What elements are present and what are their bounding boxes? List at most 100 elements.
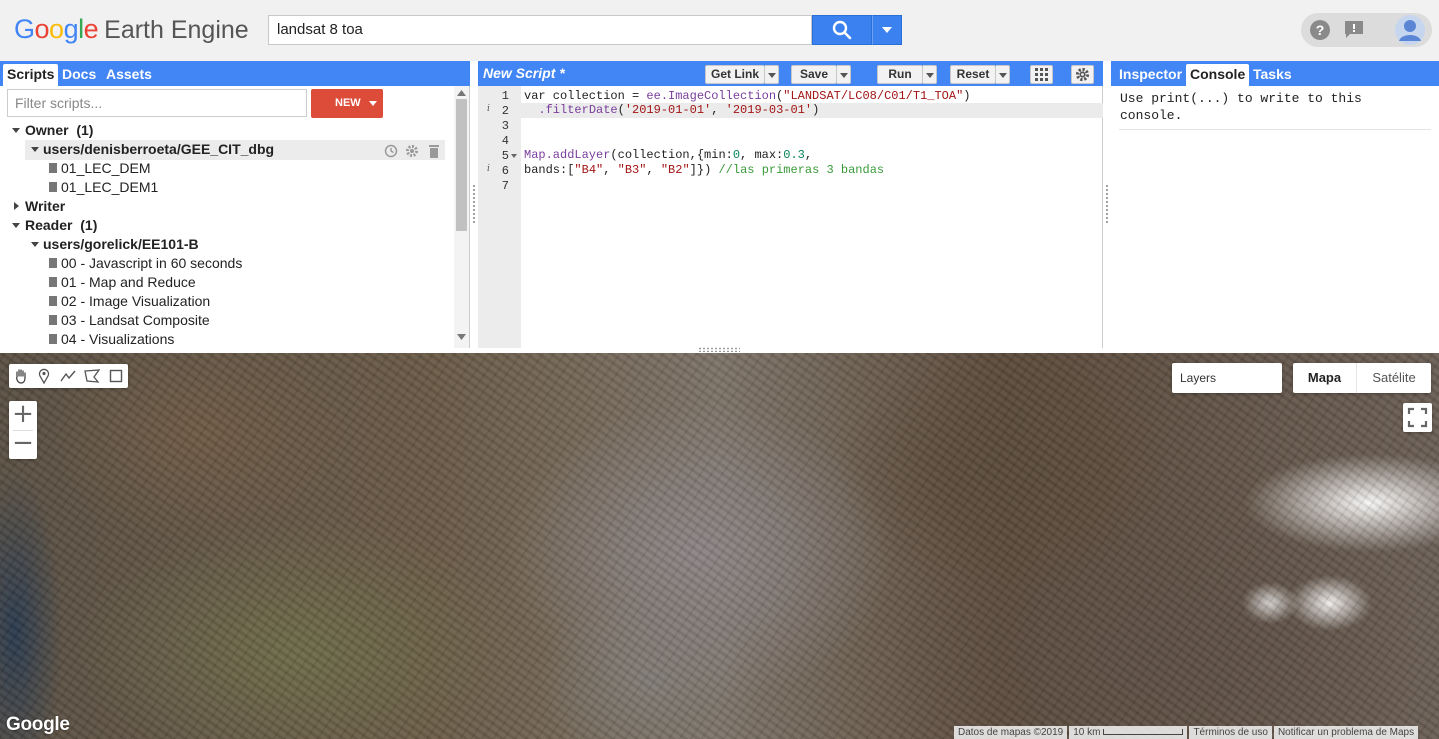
script-file[interactable]: 01_LEC_DEM: [61, 159, 151, 178]
tab-scripts[interactable]: Scripts: [3, 64, 59, 86]
polygon-draw-icon[interactable]: [83, 367, 101, 385]
account-avatar-icon[interactable]: [1393, 13, 1427, 47]
line-number: 5: [501, 149, 509, 163]
report-problem-link[interactable]: Notificar un problema de Maps: [1273, 726, 1419, 739]
scripts-scrollbar-thumb[interactable]: [456, 99, 467, 231]
get-link-dropdown[interactable]: [765, 65, 779, 84]
file-icon: [49, 315, 57, 325]
tab-docs[interactable]: Docs: [58, 64, 100, 86]
map-splitter-handle[interactable]: [698, 347, 740, 352]
line-number: 6: [501, 164, 509, 178]
history-icon[interactable]: [383, 143, 398, 158]
line-draw-icon[interactable]: [59, 367, 77, 385]
new-script-button[interactable]: NEW: [311, 89, 383, 118]
trash-icon[interactable]: [426, 143, 441, 158]
fold-arrow-icon[interactable]: [511, 154, 517, 158]
terms-link[interactable]: Términos de uso: [1189, 726, 1272, 739]
earth-engine-logo[interactable]: Google Earth Engine: [14, 14, 249, 48]
tab-tasks[interactable]: Tasks: [1249, 64, 1296, 86]
info-marker-icon[interactable]: i: [487, 104, 490, 114]
map-view[interactable]: + − Layers Mapa Satélite Google Datos de…: [0, 353, 1439, 739]
tab-console[interactable]: Console: [1186, 64, 1250, 86]
collapse-arrow-icon[interactable]: [12, 128, 20, 133]
tree-owner-count: (1): [76, 122, 94, 138]
code-token: 0: [732, 148, 741, 162]
code-token: "LANDSAT/LC08/C01/T1_TOA": [783, 89, 964, 103]
collapse-arrow-icon[interactable]: [12, 223, 20, 228]
app-header: Google Earth Engine landsat 8 toa ?: [0, 0, 1439, 61]
code-token: ): [812, 103, 820, 117]
expand-arrow-icon[interactable]: [14, 202, 19, 210]
point-marker-icon[interactable]: [35, 367, 53, 385]
file-icon: [49, 296, 57, 306]
script-file[interactable]: 01_LEC_DEM1: [61, 178, 158, 197]
feedback-icon[interactable]: [1341, 17, 1367, 43]
save-dropdown[interactable]: [837, 65, 851, 84]
code-token: '2019-03-01': [725, 103, 813, 117]
tree-reader[interactable]: Reader (1): [25, 216, 97, 235]
tab-assets[interactable]: Assets: [102, 64, 156, 86]
search-icon: [832, 20, 852, 40]
script-title[interactable]: New Script *: [483, 65, 565, 81]
tab-inspector[interactable]: Inspector: [1115, 64, 1186, 86]
code-token: "B2": [660, 163, 690, 177]
header-actions: ?: [1301, 13, 1432, 47]
file-icon: [49, 258, 57, 268]
rectangle-draw-icon[interactable]: [107, 367, 125, 385]
layers-button[interactable]: Layers: [1172, 363, 1282, 393]
script-file[interactable]: 02 - Image Visualization: [61, 292, 210, 311]
reset-button[interactable]: Reset: [950, 65, 996, 84]
line-number: 3: [501, 119, 509, 133]
run-dropdown[interactable]: [923, 65, 937, 84]
tree-owner-label: Owner: [25, 122, 69, 138]
code-line-6[interactable]: bands:["B4", "B3", "B2"]}) //las primera…: [524, 163, 884, 178]
collapse-arrow-icon[interactable]: [31, 242, 39, 247]
collapse-arrow-icon[interactable]: [31, 147, 39, 152]
gear-icon[interactable]: [404, 143, 419, 158]
tree-repo-owner[interactable]: users/denisberroeta/GEE_CIT_dbg: [43, 140, 274, 159]
tree-writer[interactable]: Writer: [25, 197, 65, 216]
filter-scripts-input[interactable]: Filter scripts...: [7, 89, 307, 117]
code-editor[interactable]: 1 i 2 3 4 5 i 6 7 var collection = ee.Im…: [478, 86, 1103, 348]
gear-icon: [1075, 67, 1090, 82]
search-button[interactable]: [812, 15, 872, 45]
script-file[interactable]: 00 - Javascript in 60 seconds: [61, 254, 242, 273]
zoom-out-button[interactable]: −: [9, 430, 37, 459]
fullscreen-button[interactable]: [1403, 403, 1432, 432]
code-line-2[interactable]: .filterDate('2019-01-01', '2019-03-01'): [524, 103, 819, 118]
code-token: bands:[: [524, 163, 575, 177]
svg-text:?: ?: [1316, 22, 1325, 38]
save-button[interactable]: Save: [791, 65, 837, 84]
code-line-1[interactable]: var collection = ee.ImageCollection("LAN…: [524, 89, 970, 104]
google-map-watermark: Google: [6, 714, 70, 735]
get-link-button[interactable]: Get Link: [705, 65, 765, 84]
tree-repo-reader[interactable]: users/gorelick/EE101-B: [43, 235, 199, 254]
settings-button[interactable]: [1071, 65, 1094, 84]
google-logo-text: Google: [14, 14, 99, 44]
right-splitter-handle[interactable]: [1105, 184, 1109, 224]
scripts-panel-tabbar: Scripts Docs Assets: [0, 61, 470, 86]
line-number: 4: [501, 134, 509, 148]
apps-button[interactable]: [1030, 65, 1053, 84]
run-button[interactable]: Run: [877, 65, 923, 84]
script-file[interactable]: 01 - Map and Reduce: [61, 273, 196, 292]
code-line-5[interactable]: Map.addLayer(collection,{min:0, max:0.3,: [524, 148, 812, 163]
scroll-down-icon[interactable]: [457, 334, 466, 340]
left-splitter-handle[interactable]: [472, 184, 476, 224]
map-type-mapa[interactable]: Mapa: [1293, 363, 1356, 393]
grid-icon: [1035, 68, 1048, 81]
script-file[interactable]: 03 - Landsat Composite: [61, 311, 210, 330]
zoom-in-button[interactable]: +: [9, 401, 37, 430]
search-input[interactable]: landsat 8 toa: [268, 15, 812, 45]
scroll-up-icon[interactable]: [457, 90, 466, 96]
hand-pan-icon[interactable]: [12, 367, 30, 385]
info-marker-icon[interactable]: i: [487, 164, 490, 174]
help-icon[interactable]: ?: [1307, 17, 1333, 43]
reset-dropdown[interactable]: [996, 65, 1010, 84]
tree-owner[interactable]: Owner (1): [25, 121, 93, 140]
map-type-satellite[interactable]: Satélite: [1357, 363, 1431, 393]
code-token: (: [617, 103, 625, 117]
script-file[interactable]: 04 - Visualizations: [61, 330, 174, 348]
map-scale[interactable]: 10 km: [1069, 726, 1188, 739]
search-dropdown-button[interactable]: [872, 15, 902, 45]
